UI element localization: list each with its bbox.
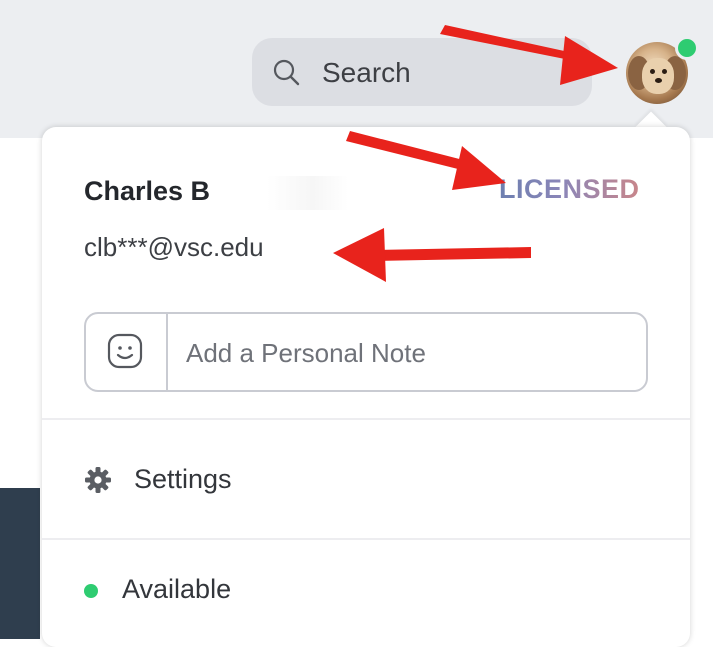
annotation-arrow-avatar (440, 25, 618, 85)
annotation-arrow-email (333, 228, 531, 282)
annotation-arrow-license (346, 131, 506, 190)
annotation-arrows (333, 25, 618, 282)
